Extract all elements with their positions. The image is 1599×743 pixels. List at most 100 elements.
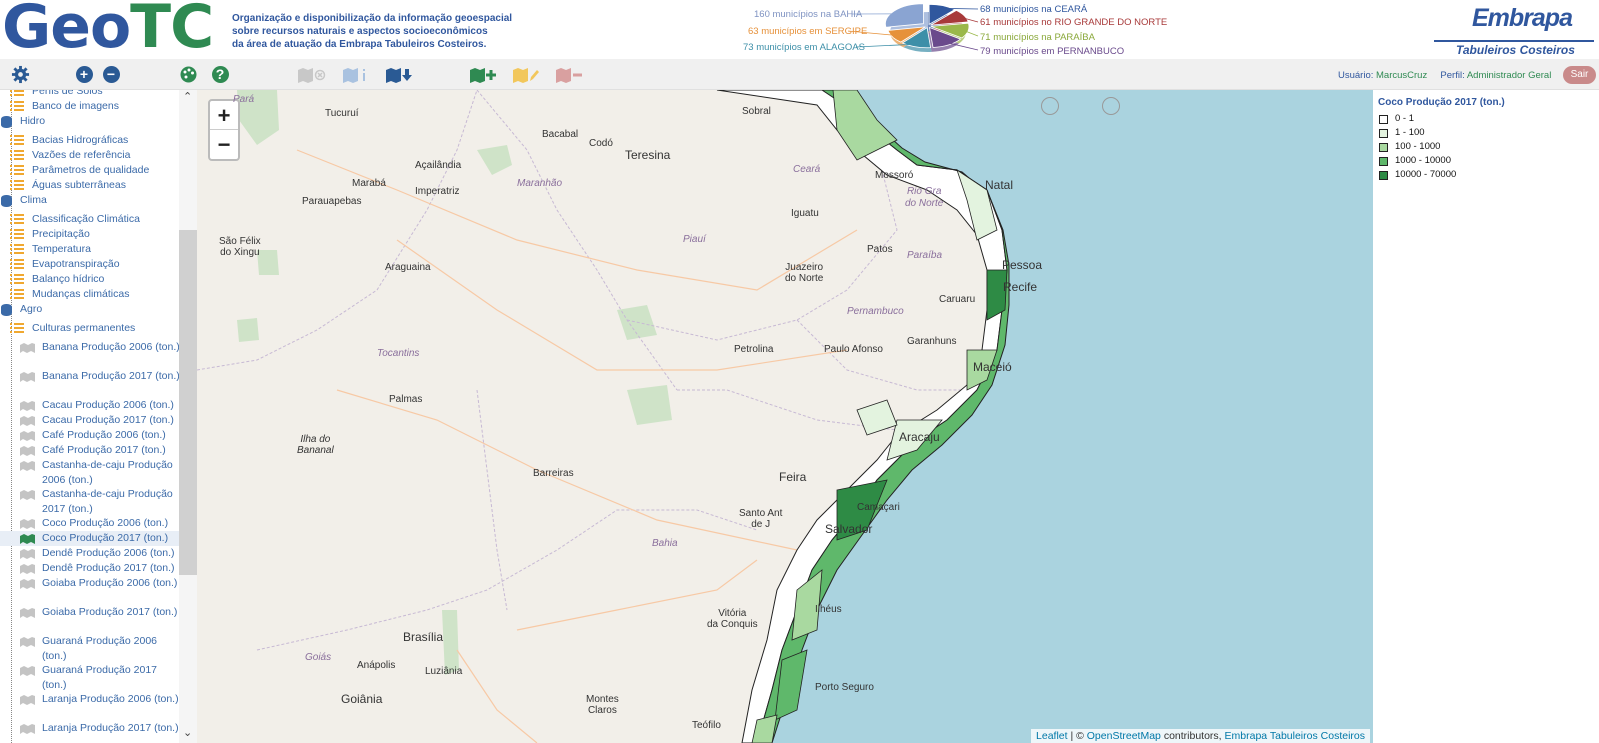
list-icon	[10, 289, 24, 300]
layer-item-label: Banana Produção 2017 (ton.)	[42, 370, 180, 382]
layer-item[interactable]: Laranja Produção 2006 (ton.)	[0, 692, 180, 721]
city-label: Caruaru	[939, 294, 976, 305]
leaflet-link[interactable]: Leaflet	[1036, 730, 1068, 742]
pie-label-alagoas: 73 municípios em ALAGOAS	[743, 42, 865, 53]
legend-label: 1 - 100	[1395, 127, 1425, 138]
tree-item-label: Perfis de Solos	[32, 90, 103, 97]
layer-item[interactable]: Coco Produção 2017 (ton.)	[0, 531, 180, 546]
geotc-logo[interactable]: GeoTC	[2, 0, 214, 60]
tree-item-label: Bacias Hidrográficas	[32, 134, 129, 146]
tagline-line-3: da área de atuação da Embrapa Tabuleiros…	[232, 39, 487, 50]
add-layer-button[interactable]	[468, 65, 498, 84]
tree-item-label: Balanço hídrico	[32, 273, 105, 285]
layer-item[interactable]: Goiaba Produção 2017 (ton.)	[0, 605, 180, 634]
layer-item[interactable]: Goiaba Produção 2006 (ton.)	[0, 576, 180, 605]
layer-list: Banana Produção 2006 (ton.) Banana Produç…	[0, 340, 180, 743]
layer-item-label: Guaraná Produção 2017 (ton.)	[42, 664, 158, 691]
tree-category-label: Hidro	[20, 115, 46, 127]
tree-item[interactable]: Evapotranspiração	[0, 257, 180, 272]
tree-item[interactable]: Parâmetros de qualidade	[0, 163, 180, 178]
map-view[interactable]: + − Sobral Tucuruí Bacabal Codó Teresina Açai…	[197, 90, 1373, 743]
layer-item[interactable]: Banana Produção 2017 (ton.)	[0, 369, 180, 398]
pie-label-paraiba: 71 municípios na PARAÍBA	[980, 32, 1095, 43]
city-label: Santo Ant de J	[739, 508, 783, 530]
scrollbar-thumb[interactable]	[179, 230, 197, 575]
layer-item[interactable]: Coco Produção 2006 (ton.)	[0, 516, 180, 531]
layer-item[interactable]: Guaraná Produção 2017 (ton.)	[0, 663, 180, 692]
settings-button[interactable]	[10, 65, 30, 84]
city-label: Salvador	[825, 522, 873, 536]
embrapa-divider	[1434, 40, 1594, 42]
tree-item[interactable]: Banco de imagens	[0, 99, 180, 114]
layer-item[interactable]: Café Produção 2006 (ton.)	[0, 428, 180, 443]
city-label: Petrolina	[734, 344, 774, 355]
map-legend: Coco Produção 2017 (ton.) 0 - 1 1 - 100 10…	[1373, 90, 1599, 743]
collapse-all-button[interactable]: −	[102, 65, 120, 84]
attr-contributors: contributors,	[1160, 730, 1225, 742]
expand-all-button[interactable]: +	[75, 65, 93, 84]
user-value: MarcusCruz	[1376, 70, 1428, 81]
state-label: Ceará	[793, 164, 821, 175]
layer-item[interactable]: Castanha-de-caju Produção 2017 (ton.)	[0, 487, 180, 516]
help-button[interactable]: ?	[211, 65, 229, 84]
layer-item[interactable]: Cacau Produção 2006 (ton.)	[0, 398, 180, 413]
osm-link[interactable]: OpenStreetMap	[1087, 730, 1161, 742]
map-layer-icon	[20, 519, 35, 529]
layer-item[interactable]: Cacau Produção 2017 (ton.)	[0, 413, 180, 428]
city-label: Barreiras	[533, 468, 574, 479]
municipalities-pie-chart: 160 municípios na BAHIA 63 municípios em…	[743, 2, 1180, 58]
map-layer-icon	[20, 461, 35, 471]
scroll-up-icon[interactable]: ⌃	[183, 90, 192, 103]
tree-item[interactable]: Precipitação	[0, 227, 180, 242]
edit-layer-button[interactable]	[511, 65, 541, 84]
layer-item[interactable]: Banana Produção 2006 (ton.)	[0, 340, 180, 369]
tree-item[interactable]: Perfis de Solos	[0, 90, 180, 99]
tree-item[interactable]: Temperatura	[0, 242, 180, 257]
tree-category-agro[interactable]: Agro	[0, 302, 180, 317]
tree-item-culturas[interactable]: Culturas permanentes	[0, 321, 180, 336]
layer-item[interactable]: Castanha-de-caju Produção 2006 (ton.)	[0, 458, 180, 487]
map-layer-icon	[20, 401, 35, 411]
map-download-icon	[386, 67, 412, 83]
layer-item[interactable]: Dendê Produção 2006 (ton.)	[0, 546, 180, 561]
layer-item[interactable]: Café Produção 2017 (ton.)	[0, 443, 180, 458]
pie-slice-bahia[interactable]	[885, 3, 924, 28]
tree-item[interactable]: Vazões de referência	[0, 148, 180, 163]
city-label: Maceió	[973, 360, 1012, 374]
delete-layer-button[interactable]	[554, 65, 584, 84]
zoom-in-button[interactable]: +	[210, 101, 238, 130]
sidebar-scrollbar[interactable]: ⌃ ⌄	[179, 90, 197, 743]
tree-category-label: Agro	[20, 303, 43, 315]
layer-item[interactable]: Dendê Produção 2017 (ton.)	[0, 561, 180, 576]
city-label: Natal	[985, 178, 1014, 192]
logout-button[interactable]: Sair	[1563, 66, 1596, 84]
tree-category-hidro[interactable]: Hidro	[0, 114, 180, 129]
tree-category-clima[interactable]: Clima	[0, 193, 180, 208]
gear-icon	[11, 65, 29, 84]
map-marker-circle[interactable]	[1102, 97, 1120, 115]
tree-item[interactable]: Bacias Hidrográficas	[0, 133, 180, 148]
city-label: Porto Seguro	[815, 682, 874, 693]
tree-item[interactable]: Águas subterrâneas	[0, 178, 180, 193]
embrapa-link[interactable]: Embrapa Tabuleiros Costeiros	[1225, 730, 1365, 742]
remove-layer-button[interactable]	[296, 65, 328, 84]
city-label: Brasília	[403, 630, 444, 644]
tree-item[interactable]: Mudanças climáticas	[0, 287, 180, 302]
city-label: Paulo Afonso	[824, 344, 883, 355]
tagline-line-1: Organização e disponibilização da inform…	[232, 13, 513, 24]
city-label: Codó	[589, 138, 613, 149]
tree-item[interactable]: Classificação Climática	[0, 212, 180, 227]
zoom-out-button[interactable]: −	[210, 130, 238, 159]
map-marker-circle[interactable]	[1041, 97, 1059, 115]
layer-item-label: Cacau Produção 2017 (ton.)	[42, 414, 174, 426]
city-label: Açailândia	[415, 160, 462, 171]
tree-item[interactable]: Balanço hídrico	[0, 272, 180, 287]
scroll-down-icon[interactable]: ⌄	[183, 726, 192, 739]
download-layer-button[interactable]	[384, 65, 414, 84]
layer-item[interactable]: Laranja Produção 2017 (ton.)	[0, 721, 180, 743]
list-icon	[10, 135, 24, 146]
embrapa-logo[interactable]: Embrapa Tabuleiros Costeiros	[1434, 0, 1594, 59]
layer-info-button[interactable]	[342, 65, 370, 84]
palette-button[interactable]	[179, 65, 197, 84]
layer-item[interactable]: Guaraná Produção 2006 (ton.)	[0, 634, 180, 663]
